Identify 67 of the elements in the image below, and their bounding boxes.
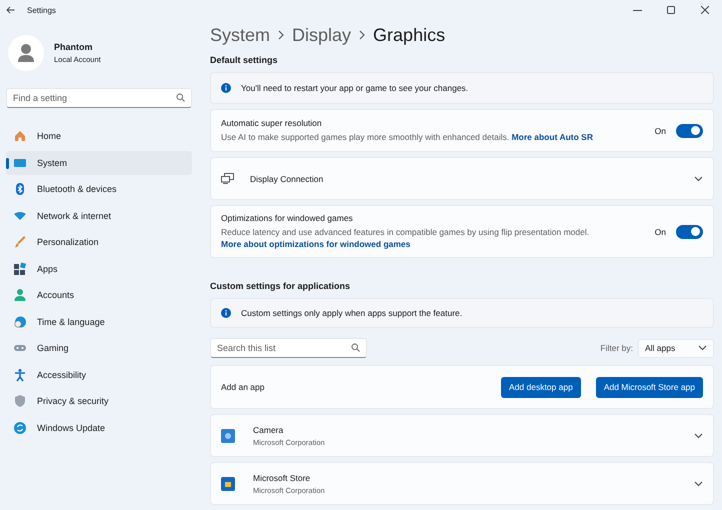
breadcrumb-item[interactable]: System	[210, 24, 270, 46]
search-icon	[176, 93, 185, 102]
chevron-right-icon	[278, 30, 284, 40]
refresh-icon	[13, 420, 27, 434]
learn-more-link[interactable]: More about Auto SR	[512, 132, 593, 142]
close-icon[interactable]	[701, 6, 709, 14]
brush-icon	[13, 235, 27, 249]
sidebar-item[interactable]: Privacy & security	[6, 389, 192, 413]
shield-icon	[13, 394, 27, 408]
sidebar-item[interactable]: Windows Update	[6, 416, 192, 440]
accessibility-icon	[13, 368, 27, 382]
search-field[interactable]: Find a setting	[6, 88, 192, 108]
sidebar-item[interactable]: Apps	[6, 256, 192, 280]
sidebar-item[interactable]: Bluetooth & devices	[6, 177, 192, 201]
displays-icon	[221, 173, 234, 184]
toggle-switch[interactable]	[676, 124, 703, 138]
toggle-state-label: On	[654, 226, 666, 236]
camera-app-icon	[221, 428, 235, 442]
add-app-label: Add an app	[221, 382, 266, 392]
breadcrumb-item[interactable]: Display	[292, 24, 352, 46]
sidebar-item[interactable]: Personalization	[6, 230, 192, 254]
filter-dropdown[interactable]: All apps	[638, 338, 714, 358]
sidebar-item[interactable]: Network & internet	[6, 204, 192, 228]
sidebar-item[interactable]: Gaming	[6, 336, 192, 360]
section-heading: Custom settings for applications	[210, 281, 352, 291]
store-app-icon	[221, 476, 235, 490]
info-icon	[221, 308, 231, 318]
chevron-icon	[694, 432, 703, 438]
sidebar-item[interactable]: System	[6, 150, 192, 174]
window-title: Settings	[27, 6, 56, 14]
sidebar-item[interactable]: Accounts	[6, 283, 192, 307]
setting-title: Optimizations for windowed games	[221, 212, 354, 223]
add-app-button[interactable]: Add desktop app	[501, 376, 581, 398]
setting-title: Automatic super resolution	[221, 118, 323, 128]
info-icon	[221, 83, 231, 93]
add-app-button[interactable]: Add Microsoft Store app	[596, 376, 703, 398]
person-icon	[13, 288, 27, 302]
list-search-field[interactable]: Search this list	[210, 338, 367, 358]
section-heading: Default settings	[210, 55, 279, 65]
info-text: You'll need to restart your app or game to see your changes.	[241, 83, 468, 93]
search-icon	[351, 343, 360, 352]
setting-description: Reduce latency and use advanced features in compatible games by using flip presentation model. More about optimizations for windowed games	[221, 226, 590, 250]
toggle-switch[interactable]	[676, 224, 703, 238]
back-arrow-icon[interactable]	[6, 6, 15, 14]
setting-card[interactable]: Display Connection	[210, 157, 714, 200]
chevron-icon	[694, 480, 703, 486]
chevron-right-icon	[359, 30, 366, 40]
bluetooth-icon	[13, 182, 27, 196]
chevron-icon	[694, 176, 703, 182]
house-icon	[13, 129, 27, 143]
toggle-state-label: On	[654, 126, 666, 136]
filter-label: Filter by:	[600, 343, 633, 353]
person-silhouette-icon	[17, 43, 35, 63]
app-name: Microsoft Store	[253, 472, 312, 482]
setting-title: Display Connection	[250, 174, 324, 184]
breadcrumb-item: Graphics	[373, 24, 446, 46]
apps-icon	[13, 262, 27, 276]
info-text: Custom settings only apply when apps support the feature.	[241, 308, 462, 318]
chevron-icon	[698, 345, 707, 351]
sidebar-item[interactable]: Time & language	[6, 310, 192, 334]
sidebar-item[interactable]: Accessibility	[6, 362, 192, 386]
account-name: Phantom	[54, 42, 94, 52]
app-name: Camera	[253, 424, 284, 434]
learn-more-link[interactable]: More about optimizations for windowed games	[221, 239, 410, 249]
maximize-icon[interactable]	[667, 6, 675, 14]
sidebar-item[interactable]: Home	[6, 124, 192, 148]
setting-description: Use AI to make supported games play more smoothly with enhanced details. More about Auto SR	[221, 130, 594, 144]
